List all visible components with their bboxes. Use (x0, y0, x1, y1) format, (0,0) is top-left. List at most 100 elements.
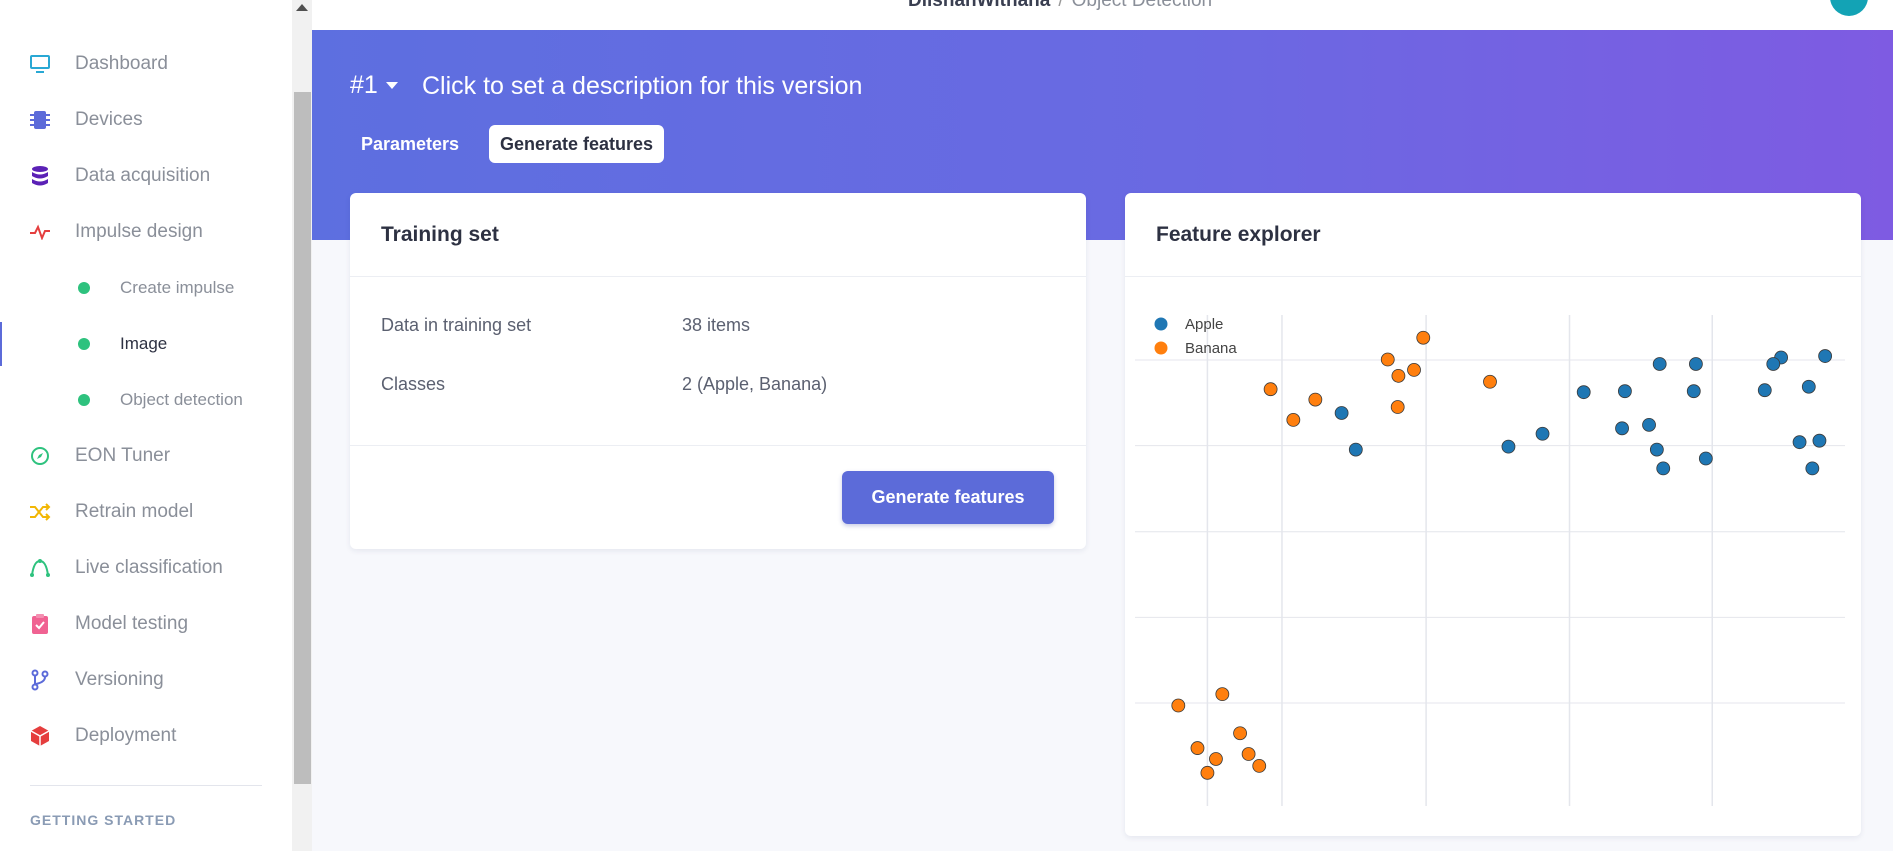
data-point-apple[interactable] (1766, 357, 1781, 371)
data-point-apple[interactable] (1348, 442, 1363, 457)
data-point-banana[interactable] (1200, 765, 1215, 780)
data-point-apple[interactable] (1535, 426, 1550, 441)
sidebar-item-data-acquisition[interactable]: Data acquisition (0, 156, 292, 196)
data-point-apple[interactable] (1652, 357, 1667, 371)
data-point-banana[interactable] (1252, 759, 1267, 773)
sidebar-item-label: Deployment (75, 725, 177, 746)
sidebar-item-image[interactable]: Image (0, 324, 292, 364)
data-point-apple[interactable] (1642, 417, 1656, 432)
sidebar-item-live-classification[interactable]: Live classification (0, 548, 292, 588)
scroll-up-arrow-icon[interactable] (296, 4, 308, 11)
row-label: Classes (381, 374, 446, 394)
data-point-apple[interactable] (1576, 385, 1591, 400)
data-point-apple[interactable] (1689, 357, 1703, 371)
sidebar-item-label: Impulse design (75, 221, 203, 242)
row-value: 2 (Apple, Banana) (682, 374, 828, 394)
legend-marker (1154, 341, 1168, 355)
training-set-card: Training set Data in training set 38 ite… (350, 193, 1086, 549)
legend-label[interactable]: Banana (1185, 340, 1237, 357)
database-icon (28, 164, 52, 188)
sidebar-item-create-impulse[interactable]: Create impulse (0, 268, 292, 308)
chip-icon (28, 108, 52, 132)
status-dot (78, 338, 90, 350)
data-point-apple[interactable] (1615, 421, 1629, 436)
sidebar-divider (30, 785, 262, 786)
sidebar-item-label: Dashboard (75, 53, 168, 74)
data-point-apple[interactable] (1805, 461, 1820, 476)
data-point-banana[interactable] (1171, 698, 1186, 713)
data-point-apple[interactable] (1757, 383, 1772, 398)
sidebar-item-label: Model testing (75, 613, 189, 634)
tab-parameters[interactable]: Parameters (350, 125, 470, 163)
sidebar-item-devices[interactable]: Devices (0, 100, 292, 140)
data-point-banana[interactable] (1407, 363, 1421, 377)
sidebar-item-label: Live classification (75, 557, 223, 578)
data-point-banana[interactable] (1308, 392, 1323, 407)
breadcrumb: DilshanWithana / Object Detection (908, 0, 1212, 12)
data-point-apple[interactable] (1686, 384, 1701, 399)
version-label: #1 (350, 71, 378, 99)
data-point-apple[interactable] (1801, 379, 1816, 394)
data-point-banana[interactable] (1380, 352, 1395, 367)
sidebar-item-dashboard[interactable]: Dashboard (0, 44, 292, 84)
breadcrumb-project[interactable]: DilshanWithana (908, 0, 1050, 11)
version-selector[interactable]: #1 (350, 71, 398, 100)
data-point-banana[interactable] (1390, 400, 1405, 414)
sidebar-item-eon-tuner[interactable]: EON Tuner (0, 436, 292, 476)
legend-label[interactable]: Apple (1185, 316, 1223, 333)
row-label: Data in training set (381, 315, 532, 335)
row-value: 38 items (682, 315, 751, 335)
chart-points[interactable] (1171, 330, 1833, 780)
pulse-icon (28, 220, 52, 244)
sidebar-item-retrain-model[interactable]: Retrain model (0, 492, 292, 532)
data-point-banana[interactable] (1190, 741, 1205, 755)
monitor-icon (28, 52, 52, 76)
feature-explorer-card: Feature explorer Apple Banana (1125, 193, 1861, 836)
sidebar-subitem-label: Object detection (120, 390, 243, 409)
chart-legend[interactable]: Apple Banana (1154, 316, 1238, 357)
data-point-apple[interactable] (1698, 451, 1713, 466)
status-dot (78, 282, 90, 294)
divider (350, 276, 1086, 277)
data-point-banana[interactable] (1483, 374, 1497, 389)
data-point-banana[interactable] (1286, 412, 1301, 427)
scrollbar-thumb[interactable] (294, 92, 311, 784)
compass-icon (28, 444, 52, 468)
data-point-apple[interactable] (1334, 406, 1349, 420)
data-point-banana[interactable] (1263, 382, 1278, 397)
data-point-apple[interactable] (1656, 461, 1671, 476)
sidebar-item-object-detection[interactable]: Object detection (0, 380, 292, 420)
sidebar-item-label: Devices (75, 109, 143, 130)
sidebar-subitem-label: Create impulse (120, 278, 235, 297)
data-point-apple[interactable] (1812, 433, 1827, 448)
divider (350, 445, 1086, 446)
data-point-banana[interactable] (1209, 752, 1223, 766)
data-point-banana[interactable] (1215, 687, 1230, 702)
data-point-banana[interactable] (1233, 726, 1247, 741)
data-point-apple[interactable] (1617, 384, 1632, 399)
feature-explorer-chart[interactable]: Apple Banana (1125, 193, 1861, 836)
section-heading: GETTING STARTED (30, 812, 177, 828)
data-point-apple[interactable] (1792, 435, 1807, 450)
clipboard-check-icon (28, 612, 52, 636)
sidebar-item-deployment[interactable]: Deployment (0, 716, 292, 756)
status-dot (78, 394, 90, 406)
bezier-icon (28, 556, 52, 580)
sidebar-item-label: Retrain model (75, 501, 194, 522)
tab-generate-features[interactable]: Generate features (489, 125, 665, 163)
data-point-apple[interactable] (1649, 442, 1664, 457)
sidebar-item-label: EON Tuner (75, 445, 171, 466)
box-icon (28, 724, 52, 748)
legend-marker (1154, 317, 1168, 331)
version-description[interactable]: Click to set a description for this vers… (422, 72, 862, 101)
generate-features-button[interactable]: Generate features (842, 471, 1054, 524)
data-point-banana[interactable] (1241, 747, 1256, 761)
sidebar-item-versioning[interactable]: Versioning (0, 660, 292, 700)
sidebar-item-model-testing[interactable]: Model testing (0, 604, 292, 644)
data-point-banana[interactable] (1416, 330, 1431, 345)
sidebar-item-impulse-design[interactable]: Impulse design (0, 212, 292, 252)
sidebar-item-label: Data acquisition (75, 165, 211, 186)
data-point-apple[interactable] (1501, 439, 1516, 454)
data-point-banana[interactable] (1391, 368, 1406, 383)
data-point-apple[interactable] (1818, 349, 1833, 363)
